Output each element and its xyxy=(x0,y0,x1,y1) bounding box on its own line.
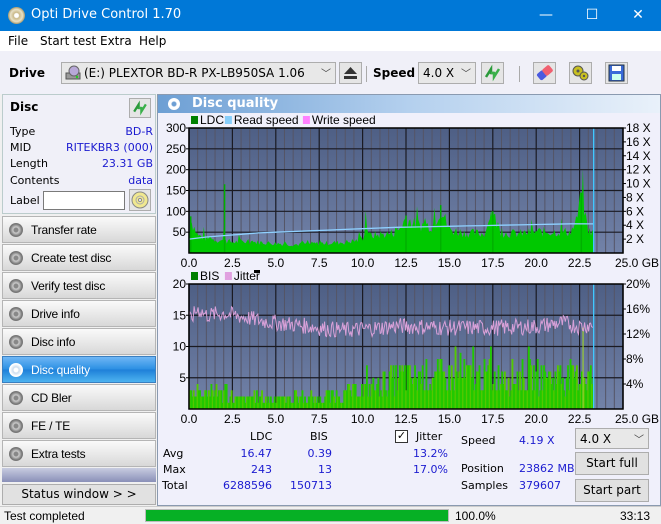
avg-ldc-value: 16.47 xyxy=(240,447,273,460)
x-tick-label: 22.5 xyxy=(568,256,592,270)
total-bis-value: 150713 xyxy=(290,479,332,492)
progress-text: 100.0% xyxy=(455,509,496,523)
position-label: Position xyxy=(461,462,504,475)
chevron-down-icon: ﹀ xyxy=(634,435,644,446)
y-tick-label: 10 xyxy=(173,340,187,354)
test-speed-select[interactable]: 4.0 X ﹀ xyxy=(575,428,649,449)
y-tick-label: 200 xyxy=(166,163,186,177)
legend-label: LDC xyxy=(200,113,224,127)
max-bis-value: 13 xyxy=(318,463,332,476)
y-tick-label: 15 xyxy=(173,308,187,322)
y-tick-label: 300 xyxy=(166,121,186,135)
x-tick-label: 25.0 GB xyxy=(615,256,659,270)
y-tick-label: 100 xyxy=(166,204,186,218)
legend-label: Read speed xyxy=(234,113,299,127)
y2-tick-label: 6 X xyxy=(626,204,644,218)
x-tick-label: 17.5 xyxy=(481,256,505,270)
legend-label: Write speed xyxy=(312,113,376,127)
x-tick-label: 10.0 xyxy=(351,256,375,270)
jitter-label: Jitter xyxy=(416,430,443,443)
y-tick-label: 50 xyxy=(173,225,187,239)
max-ldc-value: 243 xyxy=(251,463,272,476)
total-ldc-value: 6288596 xyxy=(223,479,272,492)
legend-swatch xyxy=(224,116,232,124)
x-tick-label: 17.5 xyxy=(481,412,505,426)
x-tick-label: 20.0 xyxy=(525,256,549,270)
y2-tick-label: 8% xyxy=(626,352,644,366)
y-tick-label: 250 xyxy=(166,142,186,156)
progress-fill xyxy=(146,510,448,521)
x-tick-label: 20.0 xyxy=(525,412,549,426)
y2-tick-label: 2 X xyxy=(626,232,644,246)
x-tick-label: 5.0 xyxy=(267,256,284,270)
stats-row-total: Total xyxy=(162,479,188,492)
elapsed-time: 33:13 xyxy=(620,509,651,523)
legend-swatch xyxy=(191,272,198,280)
y2-tick-label: 10 X xyxy=(626,177,651,191)
x-tick-label: 22.5 xyxy=(568,412,592,426)
legend-marker xyxy=(254,270,260,273)
x-tick-label: 7.5 xyxy=(311,256,328,270)
status-text: Test completed xyxy=(4,509,85,523)
speed-stat-value: 4.19 X xyxy=(519,434,555,447)
charts-canvas: 50 100 150 200 250 300 2 X4 X6 X8 X10 X12 X14 … xyxy=(166,113,659,426)
y2-tick-label: 18 X xyxy=(626,121,651,135)
x-tick-label: 0.0 xyxy=(181,256,198,270)
jitter-max-value: 17.0% xyxy=(413,463,448,476)
stats-row-avg: Avg xyxy=(163,447,184,460)
y2-tick-label: 16% xyxy=(626,302,650,316)
legend-swatch xyxy=(224,272,232,280)
jitter-avg-value: 13.2% xyxy=(413,447,448,460)
samples-label: Samples xyxy=(461,479,508,492)
stats-row-max: Max xyxy=(163,463,186,476)
x-tick-label: 7.5 xyxy=(311,412,328,426)
y2-tick-label: 16 X xyxy=(626,135,651,149)
status-bar: Test completed 100.0% 33:13 xyxy=(0,506,661,524)
x-tick-label: 2.5 xyxy=(224,256,241,270)
start-full-button[interactable]: Start full xyxy=(575,452,649,475)
x-tick-label: 12.5 xyxy=(394,412,418,426)
y2-tick-label: 20% xyxy=(626,277,650,291)
x-tick-label: 15.0 xyxy=(438,412,462,426)
speed-stat-label: Speed xyxy=(461,434,496,447)
x-tick-label: 2.5 xyxy=(224,412,241,426)
y-tick-label: 150 xyxy=(166,184,186,198)
start-part-button[interactable]: Start part xyxy=(575,479,649,502)
legend-label: BIS xyxy=(200,269,219,283)
y2-tick-label: 12 X xyxy=(626,163,651,177)
y-tick-label: 5 xyxy=(179,371,186,385)
x-tick-label: 0.0 xyxy=(181,412,198,426)
x-tick-label: 5.0 xyxy=(267,412,284,426)
x-tick-label: 10.0 xyxy=(351,412,375,426)
y2-tick-label: 4 X xyxy=(626,218,644,232)
x-tick-label: 12.5 xyxy=(394,256,418,270)
y-tick-label: 20 xyxy=(173,277,187,291)
stats-col-ldc: LDC xyxy=(250,430,273,443)
legend-swatch xyxy=(302,116,310,124)
jitter-checkbox[interactable]: ✓ xyxy=(395,430,408,443)
samples-value: 379607 xyxy=(519,479,561,492)
y2-tick-label: 14 X xyxy=(626,149,651,163)
avg-bis-value: 0.39 xyxy=(307,447,333,460)
stats-col-bis: BIS xyxy=(310,430,328,443)
progress-bar xyxy=(145,509,449,522)
test-speed-value: 4.0 X xyxy=(580,432,612,446)
y2-tick-label: 4% xyxy=(626,377,644,391)
position-value: 23862 MB xyxy=(519,462,575,475)
x-tick-label: 15.0 xyxy=(438,256,462,270)
legend-swatch xyxy=(191,116,198,124)
y2-tick-label: 8 X xyxy=(626,190,644,204)
x-tick-label: 25.0 GB xyxy=(615,412,659,426)
y2-tick-label: 12% xyxy=(626,327,650,341)
